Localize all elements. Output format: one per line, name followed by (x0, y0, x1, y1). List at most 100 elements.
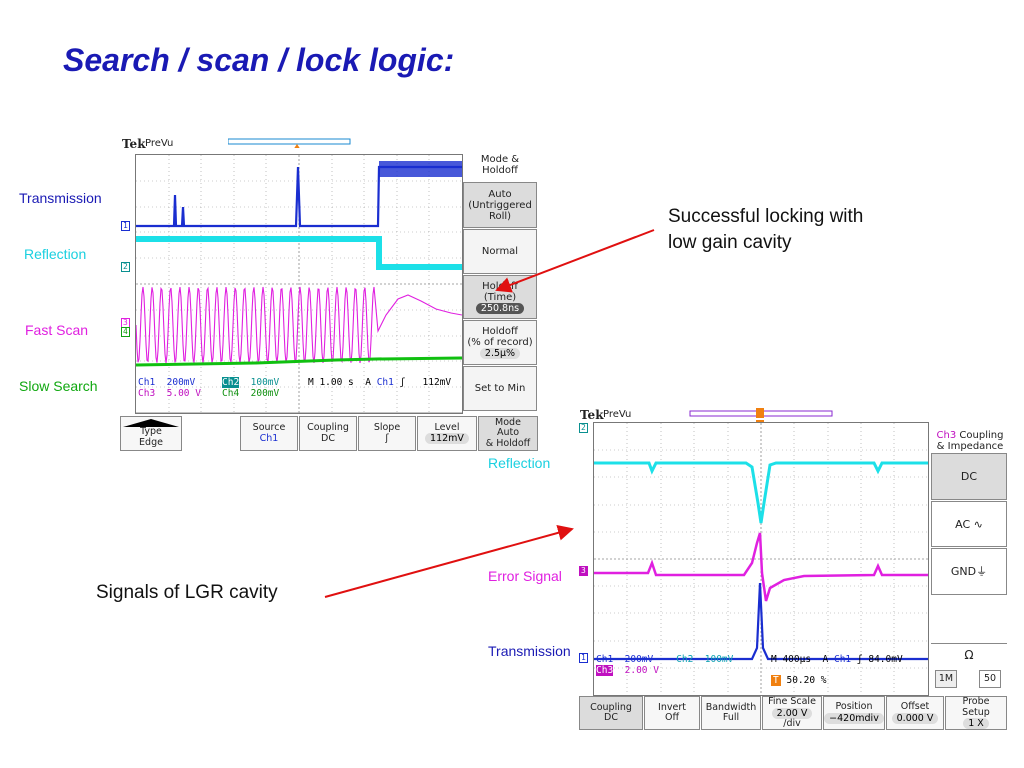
btn-line2: 2.00 V (771, 707, 813, 719)
btn-line1: Offset (900, 701, 930, 713)
ch3-marker-2: 3 (579, 566, 588, 576)
trigger-level: 112mV (422, 377, 452, 388)
trigger-mode: A (365, 377, 371, 388)
btn-line1: Slope (373, 422, 401, 433)
btn-line3: & Holdoff (485, 437, 531, 449)
ch3-readout-label: Ch3 (596, 665, 614, 676)
label-transmission-2: Transmission (488, 643, 571, 659)
ohm-icon: Ω (964, 648, 974, 662)
btn-line2: (Untriggered (468, 199, 532, 211)
annotation-locking-line2: low gain cavity (668, 232, 792, 253)
ch2-readout-scale: 100mV (250, 377, 280, 388)
label-reflection: Reflection (24, 246, 87, 262)
ch4-readout-scale: 200mV (250, 388, 280, 399)
btn-line2: ʃ (385, 432, 389, 444)
btn-line1: Fine Scale (768, 696, 816, 707)
trigger-source: Ch1 (833, 654, 852, 665)
timebase-readout-2: M 400μs A Ch1 ʃ 84.0mV (771, 654, 903, 665)
ch4-marker: 4 (121, 327, 130, 337)
trigger-position-marker: T (771, 675, 781, 686)
btn-line1: Auto (488, 188, 512, 200)
source-button[interactable]: Source Ch1 (240, 416, 298, 451)
btn-line1: Holdoff (482, 326, 518, 337)
scope-2: Tek PreVu T 2 3 1 (578, 405, 1010, 731)
impedance-50-button[interactable]: 50 (979, 670, 1001, 688)
prevu-label-2: PreVu (603, 409, 632, 420)
ch1-readout-scale: 200mV (166, 377, 196, 388)
coupling-button[interactable]: Coupling DC (299, 416, 357, 451)
ch4-readout-label: Ch4 (222, 388, 240, 399)
ch4-readout: Ch4 200mV (222, 388, 279, 399)
ch3-readout-scale: 5.00 V (166, 388, 201, 399)
coupling-dc-button[interactable]: Coupling DC (579, 696, 643, 730)
annotation-locking-line1: Successful locking with (668, 206, 864, 227)
ch2-readout-scale: 100mV (704, 654, 734, 665)
holdoff-percent-value: 2.5μ% (479, 348, 521, 359)
impedance-1m-button[interactable]: 1M (935, 670, 957, 688)
label-transmission: Transmission (19, 190, 102, 206)
ch3-readout-2: Ch3 2.00 V (596, 665, 659, 676)
ch3-readout-label: Ch3 (138, 388, 156, 399)
annotation-locking: Successful locking with low gain cavity (668, 204, 863, 256)
annotation-lgr: Signals of LGR cavity (96, 582, 278, 603)
btn-line1: Coupling (307, 422, 349, 433)
btn-line1: Position (835, 701, 873, 713)
offset-button[interactable]: Offset 0.000 V (886, 696, 944, 730)
ch1-marker-2: 1 (579, 653, 588, 663)
ch1-marker: 1 (121, 221, 130, 231)
btn-line2: Off (664, 712, 680, 723)
slope-button[interactable]: Slope ʃ (358, 416, 416, 451)
normal-button[interactable]: Normal (463, 229, 537, 274)
btn-line1: AC ∿ (955, 517, 983, 531)
ch1-readout-2: Ch1 200mV Ch2 100mV (596, 654, 733, 665)
prevu-label: PreVu (145, 138, 174, 149)
btn-line2: Setup (962, 706, 990, 718)
auto-untriggered-roll-button[interactable]: Auto (Untriggered Roll) (463, 182, 537, 228)
side-menu-title: Mode & Holdoff (480, 154, 520, 176)
trigger-slope-icon: ʃ (399, 377, 406, 388)
arrow-to-lgr (324, 525, 574, 598)
label-slow-search: Slow Search (19, 378, 98, 394)
waveform-display-1 (135, 154, 463, 414)
btn-line1: DC (960, 470, 978, 483)
position-button[interactable]: Position −420mdiv (823, 696, 885, 730)
trigger-position-readout: T 50.20 % (771, 675, 827, 686)
fine-scale-button[interactable]: Fine Scale 2.00 V /div (762, 696, 822, 730)
gnd-button[interactable]: GND⏚ (931, 548, 1007, 595)
btn-line2: 112mV (425, 433, 469, 445)
btn-line2: Edge (139, 436, 163, 448)
tek-logo: Tek (122, 137, 146, 151)
trigger-level: 84.0mV (868, 654, 903, 665)
trigger-slope-icon: ʃ (856, 654, 863, 665)
bandwidth-button[interactable]: Bandwidth Full (701, 696, 761, 730)
probe-setup-button[interactable]: Probe Setup 1 X (945, 696, 1007, 730)
btn-line3: /div (783, 717, 801, 729)
timebase-readout: M 1.00 s A Ch1 ʃ 112mV (308, 377, 451, 388)
holdoff-time-button[interactable]: Holdoff (Time) 250.8ns (463, 275, 537, 319)
dc-button[interactable]: DC (931, 453, 1007, 500)
ch1-readout-scale: 200mV (624, 654, 654, 665)
level-button[interactable]: Level 112mV (417, 416, 477, 451)
impedance-group: Ω 1M 50 (931, 643, 1007, 694)
btn-line2: Ch1 (259, 432, 279, 444)
scope-1: Tek PreVu 1 2 3 4 Ch1 200mV Ch3 5.00 V C… (118, 132, 540, 454)
mode-holdoff-button[interactable]: Mode Auto & Holdoff (478, 416, 538, 451)
record-view-bar (228, 138, 351, 148)
ch2-readout: Ch2 100mV (222, 377, 279, 388)
ch3-readout-scale: 2.00 V (624, 665, 659, 676)
invert-button[interactable]: Invert Off (644, 696, 700, 730)
ch2-marker: 2 (121, 262, 130, 272)
btn-line1: Type (140, 426, 162, 437)
tek-logo-2: Tek (580, 408, 604, 422)
ac-button[interactable]: AC ∿ (931, 501, 1007, 547)
label-reflection-2: Reflection (488, 455, 551, 471)
trigger-position-icon-2 (756, 408, 764, 418)
btn-line1: GND⏚ (950, 565, 988, 578)
trigger-mode: A (822, 654, 829, 665)
type-edge-button[interactable]: Type Edge (120, 416, 182, 451)
side-menu-title-2: Ch3 Coupling & Impedance (930, 430, 1010, 452)
set-to-min-button[interactable]: Set to Min (463, 366, 537, 411)
ch2-readout-label: Ch2 (676, 654, 694, 665)
holdoff-percent-button[interactable]: Holdoff (% of record) 2.5μ% (463, 320, 537, 365)
ch1-readout: Ch1 200mV (138, 377, 195, 388)
